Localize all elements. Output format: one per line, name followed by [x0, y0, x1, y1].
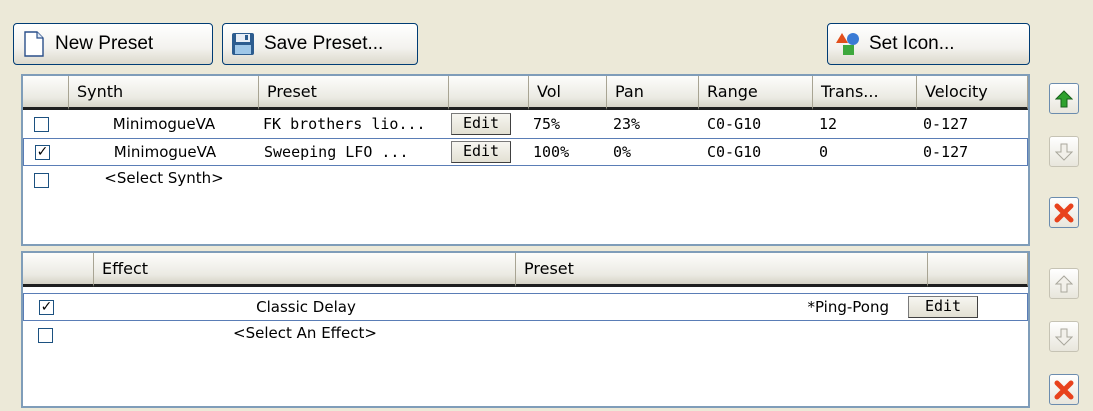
trans-value[interactable]: 12	[819, 110, 837, 138]
shapes-icon	[835, 30, 861, 58]
select-effect-row[interactable]: <Select An Effect>	[23, 321, 1028, 349]
effect-delete-button[interactable]	[1049, 374, 1079, 405]
synth-name[interactable]: MinimogueVA	[70, 139, 260, 165]
table-row[interactable]: MinimogueVA FK brothers lio... Edit 75% …	[23, 110, 1028, 138]
save-preset-button[interactable]: Save Preset...	[222, 23, 418, 65]
synth-table: Synth Preset Vol Pan Range Trans... Velo…	[21, 74, 1030, 246]
arrow-down-icon	[1055, 143, 1073, 161]
synth-delete-button[interactable]	[1049, 197, 1079, 228]
column-header-velocity[interactable]: Velocity	[917, 76, 1028, 110]
floppy-disk-icon	[230, 30, 256, 58]
preset-name[interactable]: FK brothers lio...	[263, 110, 449, 138]
column-header-synth[interactable]: Synth	[69, 76, 259, 110]
new-preset-button[interactable]: New Preset	[13, 23, 213, 65]
column-header-edit[interactable]	[928, 253, 1028, 287]
edit-button[interactable]: Edit	[451, 113, 511, 135]
velocity-value[interactable]: 0-127	[923, 110, 968, 138]
effect-table: Effect Preset ✓ Classic Delay *Ping-Pong…	[21, 251, 1030, 408]
select-synth-placeholder[interactable]: <Select Synth>	[69, 166, 259, 190]
vol-value[interactable]: 75%	[533, 110, 560, 138]
document-icon	[21, 30, 47, 58]
range-value[interactable]: C0-G10	[707, 110, 761, 138]
column-header-vol[interactable]: Vol	[529, 76, 607, 110]
trans-value[interactable]: 0	[819, 139, 828, 165]
effect-name[interactable]: Classic Delay	[95, 294, 517, 320]
range-value[interactable]: C0-G10	[707, 139, 761, 165]
edit-button[interactable]: Edit	[908, 296, 978, 318]
column-header-preset[interactable]: Preset	[516, 253, 928, 287]
new-preset-label: New Preset	[55, 33, 154, 54]
column-header-effect[interactable]: Effect	[94, 253, 516, 287]
select-synth-row[interactable]: <Select Synth>	[23, 166, 1028, 194]
save-preset-label: Save Preset...	[264, 33, 384, 54]
table-row[interactable]: ✓ Classic Delay *Ping-Pong Edit	[23, 293, 1028, 321]
row-checkbox[interactable]: ✓	[35, 145, 50, 160]
synth-move-down-button[interactable]	[1049, 136, 1079, 167]
column-header-check[interactable]	[23, 76, 69, 110]
synth-move-up-button[interactable]	[1049, 83, 1079, 114]
effect-move-up-button[interactable]	[1049, 268, 1079, 299]
select-effect-placeholder[interactable]: <Select An Effect>	[94, 321, 516, 345]
row-checkbox[interactable]	[38, 328, 53, 343]
column-header-trans[interactable]: Trans...	[813, 76, 917, 110]
effect-preset-name[interactable]: *Ping-Pong	[517, 294, 889, 320]
column-header-preset[interactable]: Preset	[259, 76, 449, 110]
edit-button[interactable]: Edit	[451, 141, 511, 163]
vol-value[interactable]: 100%	[533, 139, 569, 165]
column-header-check[interactable]	[23, 253, 94, 287]
row-checkbox[interactable]: ✓	[39, 300, 54, 315]
arrow-up-icon	[1055, 89, 1073, 107]
column-header-range[interactable]: Range	[699, 76, 813, 110]
velocity-value[interactable]: 0-127	[923, 139, 968, 165]
arrow-up-icon	[1055, 274, 1073, 292]
row-checkbox[interactable]	[34, 173, 49, 188]
arrow-down-icon	[1055, 328, 1073, 346]
delete-x-icon	[1054, 380, 1074, 399]
row-checkbox[interactable]	[34, 117, 49, 132]
set-icon-label: Set Icon...	[869, 33, 955, 54]
pan-value[interactable]: 23%	[613, 110, 640, 138]
pan-value[interactable]: 0%	[613, 139, 631, 165]
table-row[interactable]: ✓ MinimogueVA Sweeping LFO ... Edit 100%…	[23, 138, 1028, 166]
synth-name[interactable]: MinimogueVA	[69, 110, 259, 138]
effect-move-down-button[interactable]	[1049, 321, 1079, 352]
set-icon-button[interactable]: Set Icon...	[827, 23, 1030, 65]
preset-name[interactable]: Sweeping LFO ...	[264, 139, 450, 165]
column-header-edit[interactable]	[449, 76, 529, 110]
delete-x-icon	[1054, 203, 1074, 222]
column-header-pan[interactable]: Pan	[607, 76, 699, 110]
